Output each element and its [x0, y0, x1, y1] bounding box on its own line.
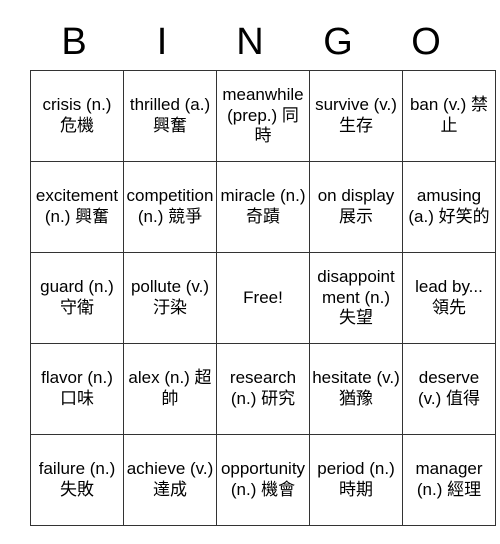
bingo-cell-text: on display 展示 [317, 186, 395, 226]
bingo-cell[interactable]: research (n.) 研究 [216, 343, 310, 435]
bingo-cell[interactable]: hesitate (v.) 猶豫 [309, 343, 403, 435]
bingo-cell-text: ban (v.) 禁止 [409, 95, 489, 135]
bingo-cell[interactable]: alex (n.) 超帥 [123, 343, 217, 435]
bingo-cell[interactable]: thrilled (a.) 興奮 [123, 70, 217, 162]
bingo-cell[interactable]: flavor (n.) 口味 [30, 343, 124, 435]
bingo-cell-text: research (n.) 研究 [229, 368, 297, 408]
bingo-row: crisis (n.) 危機 thrilled (a.) 興奮 meanwhil… [30, 70, 496, 162]
bingo-cell[interactable]: amusing (a.) 好笑的 [402, 161, 496, 253]
bingo-row: flavor (n.) 口味 alex (n.) 超帥 research (n.… [30, 343, 496, 435]
bingo-cell[interactable]: excitement (n.) 興奮 [30, 161, 124, 253]
bingo-cell-text: miracle (n.) 奇蹟 [220, 186, 306, 226]
bingo-cell-text: failure (n.) 失敗 [38, 459, 116, 499]
bingo-cell[interactable]: crisis (n.) 危機 [30, 70, 124, 162]
bingo-cell[interactable]: period (n.) 時期 [309, 434, 403, 526]
bingo-cell-text: disappointment (n.) 失望 [317, 266, 395, 328]
bingo-cell-text: period (n.) 時期 [317, 459, 395, 499]
bingo-card: B I N G O crisis (n.) 危機 thrilled (a.) 興… [30, 14, 496, 526]
bingo-cell[interactable]: failure (n.) 失敗 [30, 434, 124, 526]
bingo-cell-text: flavor (n.) 口味 [41, 368, 113, 408]
bingo-cell[interactable]: guard (n.)守衛 [30, 252, 124, 344]
bingo-row: guard (n.)守衛 pollute (v.) 汙染 Free! disap… [30, 252, 496, 344]
bingo-cell[interactable]: miracle (n.) 奇蹟 [216, 161, 310, 253]
bingo-cell-text: survive (v.) 生存 [315, 95, 397, 135]
bingo-cell[interactable]: ban (v.) 禁止 [402, 70, 496, 162]
bingo-grid: crisis (n.) 危機 thrilled (a.) 興奮 meanwhil… [30, 70, 496, 526]
bingo-cell-text: manager (n.) 經理 [415, 459, 483, 499]
bingo-cell-text: alex (n.) 超帥 [128, 368, 212, 408]
bingo-cell-text: achieve (v.) 達成 [126, 459, 214, 499]
bingo-header-letter-o: O [411, 21, 441, 63]
bingo-cell[interactable]: opportunity (n.) 機會 [216, 434, 310, 526]
bingo-cell-text: guard (n.)守衛 [40, 277, 114, 317]
bingo-cell[interactable]: survive (v.) 生存 [309, 70, 403, 162]
bingo-cell[interactable]: on display 展示 [309, 161, 403, 253]
bingo-cell[interactable]: achieve (v.) 達成 [123, 434, 217, 526]
bingo-cell-text: hesitate (v.) 猶豫 [312, 368, 400, 408]
bingo-cell[interactable]: disappointment (n.) 失望 [309, 252, 403, 344]
bingo-free-cell[interactable]: Free! [216, 252, 310, 344]
bingo-header-row: B I N G O [30, 14, 470, 70]
bingo-cell-text: meanwhile (prep.) 同時 [222, 84, 304, 146]
bingo-cell-text: opportunity (n.) 機會 [220, 459, 306, 499]
bingo-header-letter-i: I [156, 21, 168, 63]
bingo-header-letter-g: G [323, 21, 353, 63]
bingo-cell[interactable]: manager (n.) 經理 [402, 434, 496, 526]
bingo-row: failure (n.) 失敗 achieve (v.) 達成 opportun… [30, 434, 496, 526]
bingo-row: excitement (n.) 興奮 competition (n.) 競爭 m… [30, 161, 496, 253]
bingo-cell[interactable]: competition (n.) 競爭 [123, 161, 217, 253]
bingo-header-letter-b: B [61, 21, 87, 63]
bingo-cell-text: excitement (n.) 興奮 [35, 186, 119, 226]
bingo-free-cell-text: Free! [243, 287, 283, 307]
bingo-cell-text: thrilled (a.) 興奮 [129, 95, 211, 135]
bingo-cell-text: crisis (n.) 危機 [42, 95, 112, 135]
bingo-cell-text: deserve (v.) 值得 [417, 368, 480, 408]
bingo-cell[interactable]: deserve (v.) 值得 [402, 343, 496, 435]
bingo-cell[interactable]: meanwhile (prep.) 同時 [216, 70, 310, 162]
bingo-cell[interactable]: lead by... 領先 [402, 252, 496, 344]
bingo-cell-text: pollute (v.) 汙染 [130, 277, 210, 317]
bingo-cell-text: lead by... 領先 [415, 277, 483, 317]
bingo-cell[interactable]: pollute (v.) 汙染 [123, 252, 217, 344]
bingo-cell-text: competition (n.) 競爭 [126, 186, 214, 226]
bingo-header-letter-n: N [236, 21, 264, 63]
bingo-cell-text: amusing (a.) 好笑的 [408, 186, 490, 226]
